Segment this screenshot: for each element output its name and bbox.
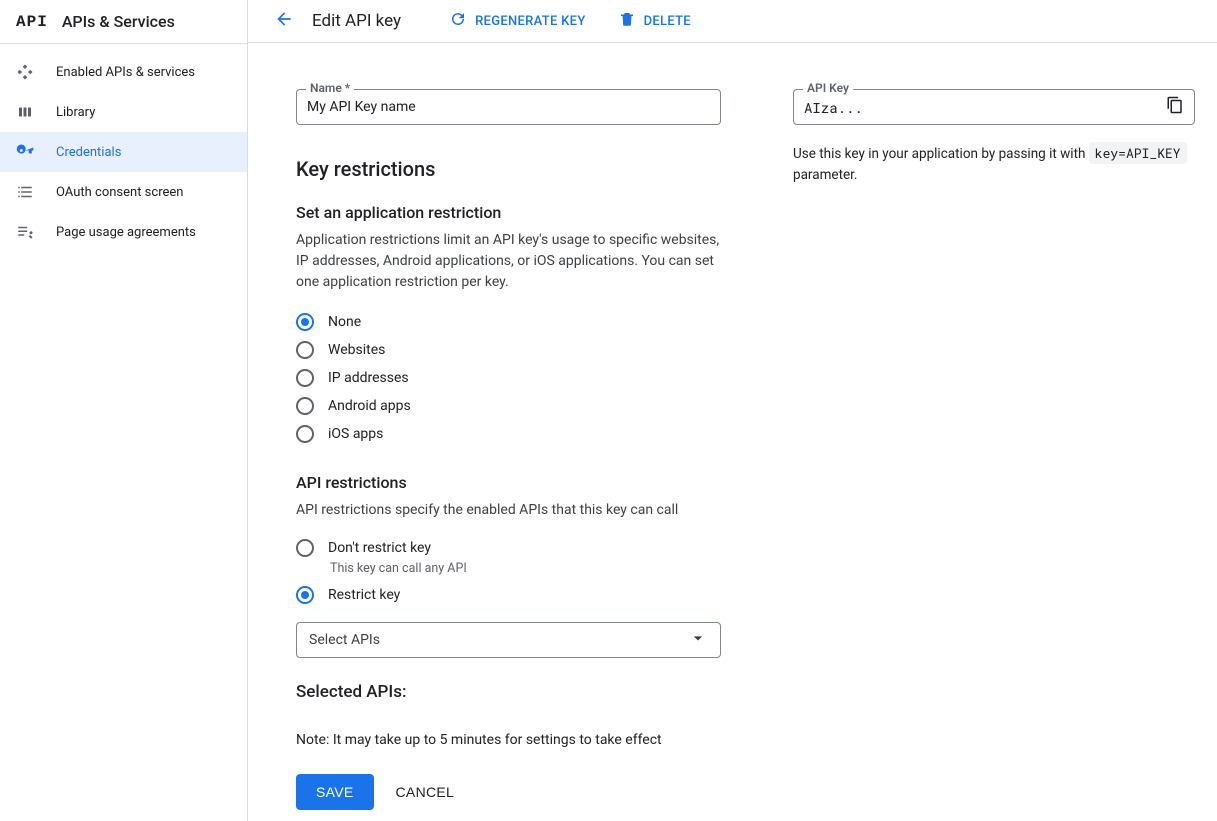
sidebar-item-label: Page usage agreements (56, 225, 196, 240)
apikey-value: AIza... (804, 98, 863, 117)
consent-icon (16, 182, 40, 202)
regenerate-key-button[interactable]: REGENERATE KEY (449, 10, 586, 32)
agreements-icon (16, 222, 40, 242)
apikey-field: API Key AIza... (793, 89, 1195, 125)
cancel-button[interactable]: CANCEL (396, 784, 455, 800)
radio-websites[interactable]: Websites (296, 341, 721, 359)
apikey-label: API Key (803, 81, 853, 95)
apikey-help-text: Use this key in your application by pass… (793, 143, 1195, 186)
radio-icon (296, 539, 314, 557)
radio-ip-addresses[interactable]: IP addresses (296, 369, 721, 387)
radio-icon (296, 397, 314, 415)
back-button[interactable] (272, 9, 296, 33)
delete-label: DELETE (644, 14, 691, 29)
name-field: Name * (296, 89, 721, 125)
sidebar: API APIs & Services Enabled APIs & servi… (0, 0, 248, 821)
radio-dont-restrict-sub: This key can call any API (330, 561, 721, 576)
trash-icon (618, 10, 644, 32)
app-restriction-heading: Set an application restriction (296, 203, 721, 222)
caret-down-icon (688, 628, 708, 652)
sidebar-item-label: Library (56, 105, 95, 120)
name-label: Name * (306, 81, 354, 95)
name-input[interactable] (307, 99, 710, 115)
app-restriction-description: Application restrictions limit an API ke… (296, 230, 721, 293)
sidebar-item-page-usage[interactable]: Page usage agreements (0, 212, 247, 252)
dropdown-label: Select APIs (309, 632, 380, 648)
api-restriction-description: API restrictions specify the enabled API… (296, 500, 721, 521)
sidebar-item-library[interactable]: Library (0, 92, 247, 132)
radio-restrict-key[interactable]: Restrict key (296, 586, 721, 604)
page-title: Edit API key (312, 11, 401, 31)
radio-icon (296, 586, 314, 604)
radio-dont-restrict[interactable]: Don't restrict key (296, 539, 721, 557)
copy-apikey-button[interactable] (1166, 96, 1184, 118)
radio-icon (296, 425, 314, 443)
api-restriction-heading: API restrictions (296, 473, 721, 492)
diamond-icon (16, 62, 40, 82)
product-name: APIs & Services (62, 12, 175, 31)
radio-icon (296, 313, 314, 331)
sidebar-item-oauth-consent[interactable]: OAuth consent screen (0, 172, 247, 212)
key-restrictions-heading: Key restrictions (296, 157, 721, 181)
regenerate-label: REGENERATE KEY (475, 14, 586, 29)
radio-android-apps[interactable]: Android apps (296, 397, 721, 415)
sidebar-item-label: Enabled APIs & services (56, 65, 195, 80)
refresh-icon (449, 10, 475, 32)
radio-none[interactable]: None (296, 313, 721, 331)
settings-delay-note: Note: It may take up to 5 minutes for se… (296, 732, 721, 748)
copy-icon (1166, 96, 1184, 118)
topbar: Edit API key REGENERATE KEY DELETE (248, 0, 1217, 43)
delete-button[interactable]: DELETE (618, 10, 691, 32)
save-button[interactable]: SAVE (296, 774, 374, 810)
radio-icon (296, 341, 314, 359)
sidebar-item-label: Credentials (56, 145, 121, 160)
sidebar-header: API APIs & Services (0, 0, 247, 44)
sidebar-item-enabled-apis[interactable]: Enabled APIs & services (0, 52, 247, 92)
sidebar-item-credentials[interactable]: Credentials (0, 132, 247, 172)
library-icon (16, 102, 40, 122)
selected-apis-heading: Selected APIs: (296, 682, 721, 702)
radio-ios-apps[interactable]: iOS apps (296, 425, 721, 443)
key-icon (16, 142, 40, 162)
sidebar-item-label: OAuth consent screen (56, 185, 183, 200)
api-logo: API (16, 13, 48, 31)
select-apis-dropdown[interactable]: Select APIs (296, 622, 721, 658)
radio-icon (296, 369, 314, 387)
arrow-left-icon (274, 9, 294, 33)
